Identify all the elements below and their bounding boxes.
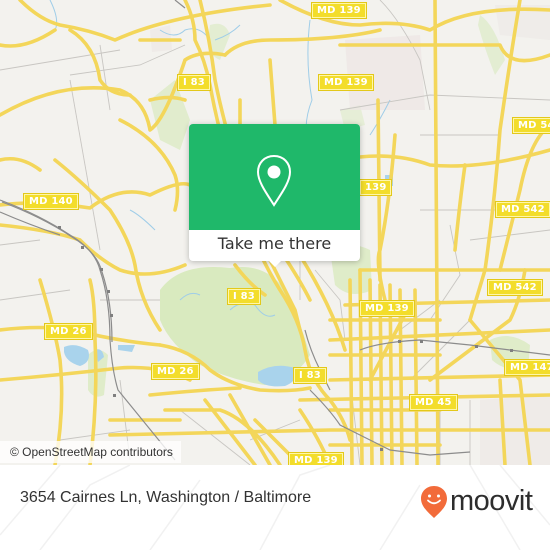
route-shield-md139: MD 139 bbox=[359, 300, 415, 317]
location-popup[interactable]: Take me there bbox=[189, 124, 360, 267]
route-shield-i83: I 83 bbox=[227, 288, 261, 305]
route-shield-md542: MD 54 bbox=[512, 117, 550, 134]
route-shield-md26: MD 26 bbox=[44, 323, 93, 340]
destination-address: 3654 Cairnes Ln, Washington / Baltimore bbox=[20, 489, 312, 506]
route-shield-i83: I 83 bbox=[177, 74, 211, 91]
route-shield-md139: 139 bbox=[358, 179, 393, 196]
footer-bar: 3654 Cairnes Ln, Washington / Baltimore … bbox=[0, 465, 550, 550]
popup-header bbox=[189, 124, 360, 230]
popup-pointer bbox=[267, 259, 283, 267]
route-shield-md147: MD 147 bbox=[504, 359, 550, 376]
route-shield-md139: MD 139 bbox=[311, 2, 367, 19]
route-shield-md139: MD 139 bbox=[288, 452, 344, 465]
moovit-wordmark: moovit bbox=[450, 485, 533, 517]
route-shield-md542: MD 542 bbox=[487, 279, 543, 296]
route-shield-i83: I 83 bbox=[293, 367, 327, 384]
take-me-there-button[interactable]: Take me there bbox=[189, 230, 360, 261]
route-shield-md45: MD 45 bbox=[409, 394, 458, 411]
map-pin-icon bbox=[256, 154, 292, 207]
attribution-text[interactable]: © OpenStreetMap contributors bbox=[10, 445, 173, 459]
route-shield-md139: MD 139 bbox=[318, 74, 374, 91]
map-view[interactable]: MD 139 MD 139 139 MD 139 MD 139 I 83 I 8… bbox=[0, 0, 550, 465]
route-shield-md140: MD 140 bbox=[23, 193, 79, 210]
moovit-smiley-pin-icon bbox=[421, 486, 447, 518]
route-shield-md26: MD 26 bbox=[151, 363, 200, 380]
osm-attribution[interactable]: © OpenStreetMap contributors bbox=[0, 441, 181, 463]
route-shield-md542: MD 542 bbox=[495, 201, 550, 218]
